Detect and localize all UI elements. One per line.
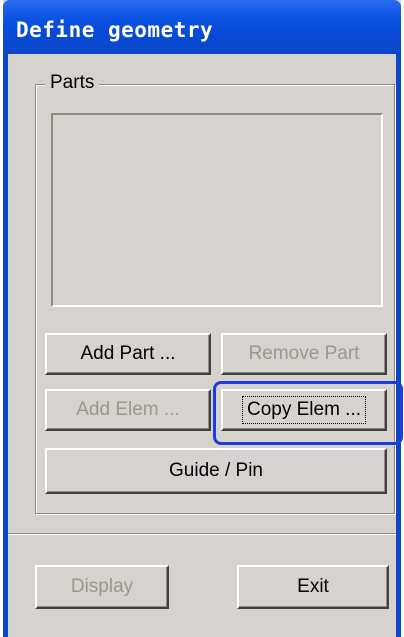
copy-elem-label: Copy Elem ... (241, 396, 367, 424)
window-frame-left (3, 54, 8, 637)
define-geometry-dialog: Define geometry Parts Add Part ... Remov… (3, 0, 403, 637)
exit-button[interactable]: Exit (237, 565, 389, 609)
guide-pin-button[interactable]: Guide / Pin (45, 448, 387, 494)
window-frame-right (396, 54, 401, 637)
add-elem-label: Add Elem ... (76, 399, 180, 420)
add-part-label: Add Part ... (80, 343, 176, 364)
remove-part-button[interactable]: Remove Part (221, 333, 387, 375)
footer-separator (8, 533, 396, 535)
exit-label: Exit (297, 576, 329, 597)
display-button[interactable]: Display (35, 565, 169, 609)
display-label: Display (70, 576, 134, 597)
parts-listbox[interactable] (51, 113, 383, 307)
parts-group-label: Parts (45, 72, 100, 94)
add-part-button[interactable]: Add Part ... (45, 333, 211, 375)
remove-part-label: Remove Part (248, 343, 360, 364)
copy-elem-button[interactable]: Copy Elem ... (221, 389, 387, 431)
add-elem-button[interactable]: Add Elem ... (45, 389, 211, 431)
guide-pin-label: Guide / Pin (169, 460, 263, 481)
title-bar[interactable]: Define geometry (3, 0, 401, 54)
window-title: Define geometry (16, 18, 214, 42)
